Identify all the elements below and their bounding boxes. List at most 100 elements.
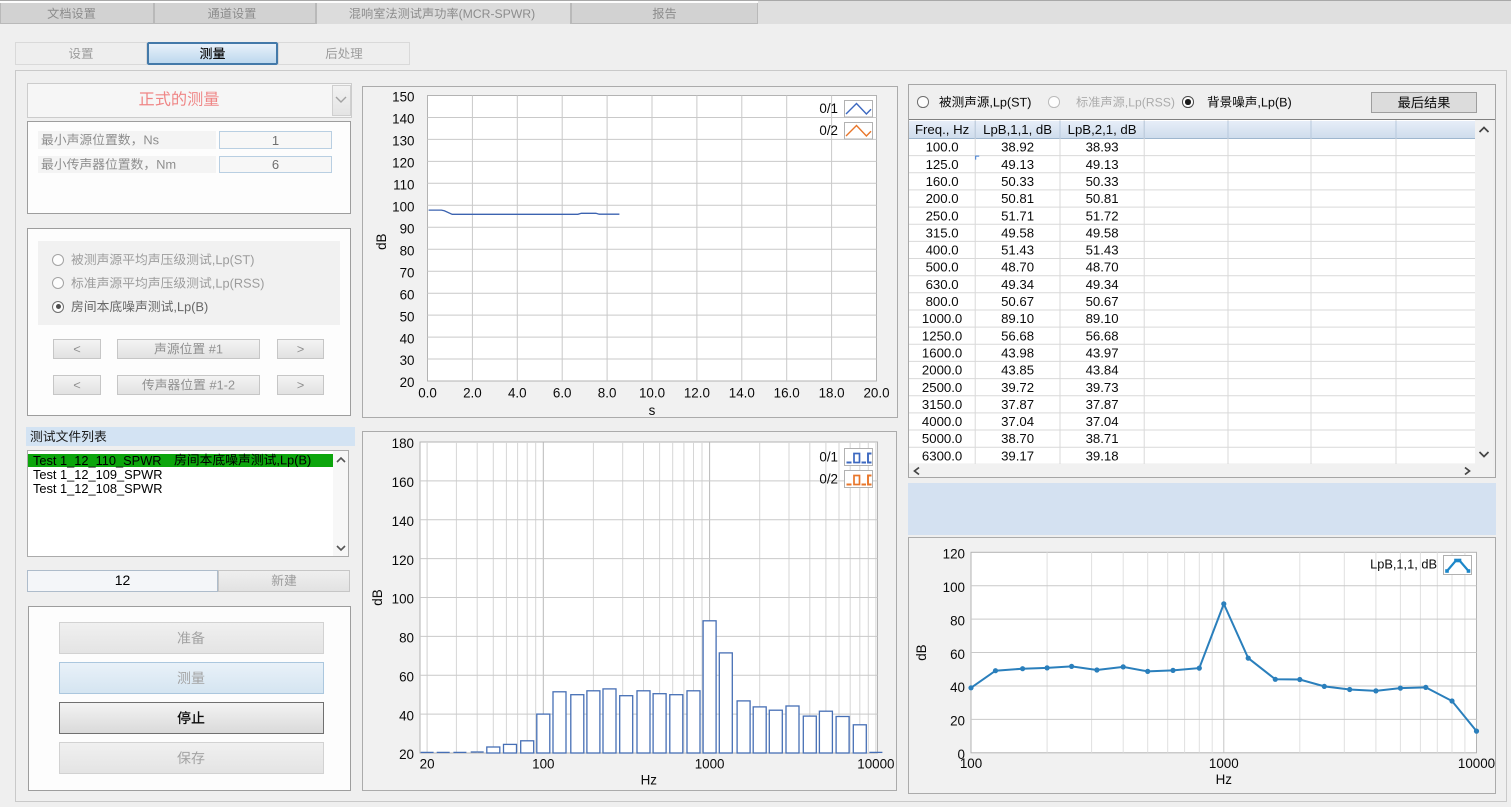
svg-text:1000.0: 1000.0 bbox=[922, 311, 962, 326]
svg-text:39.73: 39.73 bbox=[1086, 380, 1119, 395]
svg-text:10000: 10000 bbox=[1458, 756, 1495, 771]
svg-text:40: 40 bbox=[399, 708, 414, 723]
svg-text:8.0: 8.0 bbox=[598, 386, 617, 401]
svg-text:400.0: 400.0 bbox=[926, 243, 959, 258]
svg-text:1000: 1000 bbox=[695, 757, 725, 772]
svg-text:130: 130 bbox=[392, 134, 414, 149]
svg-text:60: 60 bbox=[950, 647, 965, 662]
svg-text:1000: 1000 bbox=[1209, 756, 1239, 771]
svg-text:50.67: 50.67 bbox=[1086, 294, 1119, 309]
svg-text:140: 140 bbox=[392, 112, 414, 127]
svg-text:38.92: 38.92 bbox=[1001, 140, 1034, 155]
svg-text:5000.0: 5000.0 bbox=[922, 431, 962, 446]
svg-text:80: 80 bbox=[950, 613, 965, 628]
svg-text:140: 140 bbox=[392, 514, 414, 529]
svg-text:90: 90 bbox=[400, 222, 415, 237]
svg-text:18.0: 18.0 bbox=[819, 386, 845, 401]
svg-text:20: 20 bbox=[400, 375, 415, 390]
svg-text:4000.0: 4000.0 bbox=[922, 414, 962, 429]
svg-text:110: 110 bbox=[393, 178, 414, 193]
svg-text:37.87: 37.87 bbox=[1086, 397, 1119, 412]
svg-text:50: 50 bbox=[400, 309, 415, 324]
svg-text:160: 160 bbox=[392, 475, 414, 490]
svg-text:4.0: 4.0 bbox=[508, 386, 527, 401]
svg-text:150: 150 bbox=[392, 90, 414, 105]
svg-text:LpB,2,1, dB: LpB,2,1, dB bbox=[1068, 122, 1137, 137]
svg-text:125.0: 125.0 bbox=[926, 157, 959, 172]
svg-text:80: 80 bbox=[399, 631, 414, 646]
svg-text:6300.0: 6300.0 bbox=[922, 448, 962, 463]
svg-text:630.0: 630.0 bbox=[926, 277, 959, 292]
svg-text:dB: dB bbox=[374, 233, 389, 249]
svg-text:dB: dB bbox=[370, 589, 385, 605]
svg-text:100: 100 bbox=[960, 756, 982, 771]
svg-text:6.0: 6.0 bbox=[553, 386, 572, 401]
svg-text:2000.0: 2000.0 bbox=[922, 363, 962, 378]
svg-text:37.87: 37.87 bbox=[1001, 397, 1034, 412]
svg-text:0/2: 0/2 bbox=[819, 472, 838, 487]
svg-text:80: 80 bbox=[400, 243, 415, 258]
svg-text:51.71: 51.71 bbox=[1001, 208, 1034, 223]
svg-text:60: 60 bbox=[400, 287, 415, 302]
svg-text:250.0: 250.0 bbox=[926, 208, 959, 223]
svg-text:20: 20 bbox=[950, 714, 965, 729]
svg-text:s: s bbox=[649, 403, 656, 418]
svg-text:49.13: 49.13 bbox=[1001, 157, 1034, 172]
svg-text:43.98: 43.98 bbox=[1001, 346, 1034, 361]
svg-text:43.85: 43.85 bbox=[1001, 363, 1034, 378]
svg-text:800.0: 800.0 bbox=[926, 294, 959, 309]
svg-text:Hz: Hz bbox=[641, 773, 658, 788]
svg-text:50.33: 50.33 bbox=[1001, 174, 1034, 189]
svg-text:49.58: 49.58 bbox=[1086, 226, 1119, 241]
svg-text:3150.0: 3150.0 bbox=[922, 397, 962, 412]
svg-text:100: 100 bbox=[943, 580, 965, 595]
svg-text:43.97: 43.97 bbox=[1086, 346, 1119, 361]
svg-text:0/1: 0/1 bbox=[819, 450, 838, 465]
svg-text:120: 120 bbox=[943, 547, 965, 562]
svg-text:40: 40 bbox=[950, 680, 965, 695]
svg-text:12.0: 12.0 bbox=[684, 386, 710, 401]
svg-text:38.93: 38.93 bbox=[1086, 140, 1119, 155]
svg-text:0/1: 0/1 bbox=[819, 101, 838, 116]
svg-text:38.71: 38.71 bbox=[1086, 431, 1119, 446]
svg-text:60: 60 bbox=[399, 669, 414, 684]
svg-text:20: 20 bbox=[420, 757, 435, 772]
svg-text:20.0: 20.0 bbox=[863, 386, 889, 401]
svg-text:200.0: 200.0 bbox=[926, 191, 959, 206]
svg-text:120: 120 bbox=[392, 553, 414, 568]
svg-text:37.04: 37.04 bbox=[1086, 414, 1119, 429]
svg-text:16.0: 16.0 bbox=[774, 386, 800, 401]
svg-text:100: 100 bbox=[392, 592, 414, 607]
svg-text:49.34: 49.34 bbox=[1086, 277, 1119, 292]
svg-text:50.81: 50.81 bbox=[1001, 191, 1034, 206]
svg-text:49.58: 49.58 bbox=[1001, 226, 1034, 241]
svg-text:70: 70 bbox=[400, 265, 415, 280]
svg-text:30: 30 bbox=[400, 353, 415, 368]
svg-text:dB: dB bbox=[914, 644, 929, 660]
svg-text:LpB,1,1, dB: LpB,1,1, dB bbox=[983, 122, 1052, 137]
svg-text:1250.0: 1250.0 bbox=[922, 328, 962, 343]
svg-text:10000: 10000 bbox=[857, 757, 894, 772]
svg-text:39.18: 39.18 bbox=[1086, 448, 1119, 463]
svg-text:20: 20 bbox=[399, 747, 414, 762]
svg-text:1600.0: 1600.0 bbox=[922, 346, 962, 361]
svg-text:180: 180 bbox=[392, 436, 414, 451]
svg-text:100: 100 bbox=[392, 200, 414, 215]
svg-text:89.10: 89.10 bbox=[1086, 311, 1119, 326]
svg-text:37.04: 37.04 bbox=[1001, 414, 1034, 429]
svg-text:LpB,1,1, dB: LpB,1,1, dB bbox=[1370, 557, 1437, 572]
svg-text:39.72: 39.72 bbox=[1001, 380, 1034, 395]
svg-text:56.68: 56.68 bbox=[1001, 328, 1034, 343]
svg-text:Hz: Hz bbox=[1216, 772, 1233, 787]
svg-text:38.70: 38.70 bbox=[1001, 431, 1034, 446]
svg-text:Freq., Hz: Freq., Hz bbox=[915, 122, 969, 137]
svg-text:48.70: 48.70 bbox=[1086, 260, 1119, 275]
svg-text:315.0: 315.0 bbox=[926, 226, 959, 241]
svg-text:43.84: 43.84 bbox=[1086, 363, 1119, 378]
svg-text:39.17: 39.17 bbox=[1001, 448, 1034, 463]
svg-text:100: 100 bbox=[532, 757, 554, 772]
svg-text:89.10: 89.10 bbox=[1001, 311, 1034, 326]
svg-text:51.43: 51.43 bbox=[1001, 243, 1034, 258]
svg-text:0/2: 0/2 bbox=[819, 123, 838, 138]
svg-text:2500.0: 2500.0 bbox=[922, 380, 962, 395]
